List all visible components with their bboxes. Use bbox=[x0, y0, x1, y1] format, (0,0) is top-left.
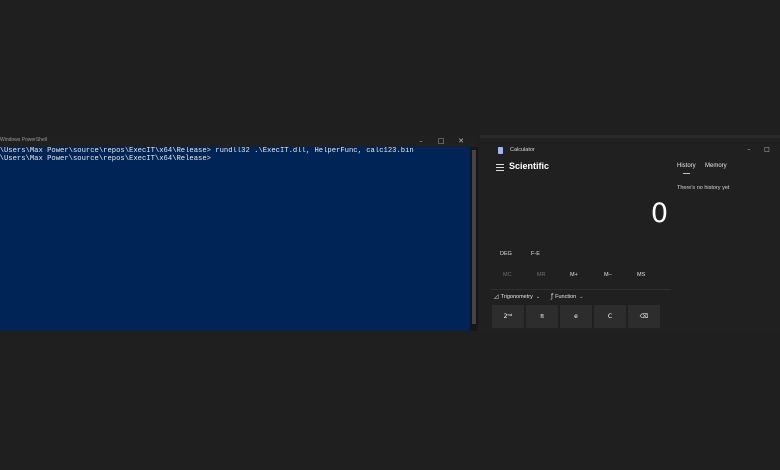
minimize-button[interactable]: – bbox=[412, 135, 430, 147]
trigonometry-label: Trigonometry bbox=[500, 294, 533, 300]
calc-minimize-button[interactable]: – bbox=[742, 144, 756, 156]
ms-button[interactable]: MS bbox=[637, 272, 645, 278]
clear-key[interactable]: C bbox=[594, 305, 626, 328]
console-line-1: C:\Users\Max Power\source\repos\ExecIT\x… bbox=[0, 147, 414, 155]
calculator-app-icon bbox=[498, 147, 503, 154]
tab-history-indicator bbox=[683, 173, 690, 174]
mc-button[interactable]: MC bbox=[503, 272, 512, 278]
calculator-window[interactable]: Calculator – □ Scientific 0 DEG F-E MC M… bbox=[480, 138, 780, 332]
close-button[interactable]: ✕ bbox=[452, 135, 470, 147]
e-key[interactable]: e bbox=[560, 305, 592, 328]
tab-history[interactable]: History bbox=[677, 163, 696, 169]
tab-memory[interactable]: Memory bbox=[705, 163, 727, 169]
divider bbox=[491, 289, 671, 290]
pi-key[interactable]: π bbox=[526, 305, 558, 328]
calculator-title: Calculator bbox=[510, 147, 535, 153]
menu-icon[interactable] bbox=[496, 164, 504, 172]
chevron-down-icon: ⌄ bbox=[579, 294, 584, 300]
function-icon: ƒ bbox=[551, 293, 554, 300]
powershell-titlebar[interactable]: Windows PowerShell – □ ✕ bbox=[0, 135, 478, 147]
backspace-key[interactable]: ⌫ bbox=[628, 305, 660, 328]
m-plus-button[interactable]: M+ bbox=[570, 272, 578, 278]
console-line-2: C:\Users\Max Power\source\repos\ExecIT\x… bbox=[0, 155, 211, 163]
trigonometry-dropdown[interactable]: ◿ Trigonometry ⌄ bbox=[494, 293, 540, 300]
powershell-title: Windows PowerShell bbox=[0, 137, 47, 143]
chevron-down-icon: ⌄ bbox=[535, 294, 541, 300]
powershell-window[interactable]: Windows PowerShell – □ ✕ C:\Users\Max Po… bbox=[0, 135, 478, 331]
function-label: Function bbox=[555, 294, 577, 300]
calc-maximize-button[interactable]: □ bbox=[760, 144, 774, 156]
maximize-button[interactable]: □ bbox=[432, 135, 450, 147]
powershell-console[interactable]: C:\Users\Max Power\source\repos\ExecIT\x… bbox=[0, 147, 470, 331]
second-key[interactable]: 2ⁿᵈ bbox=[492, 305, 524, 328]
trig-icon: ◿ bbox=[494, 293, 499, 300]
fe-button[interactable]: F-E bbox=[531, 251, 540, 257]
function-dropdown[interactable]: ƒ Function ⌄ bbox=[551, 293, 583, 300]
m-minus-button[interactable]: M– bbox=[604, 272, 612, 278]
console-scrollbar[interactable] bbox=[470, 147, 478, 331]
mode-title: Scientific bbox=[509, 161, 550, 171]
result-display: 0 bbox=[650, 198, 668, 229]
mr-button[interactable]: MR bbox=[537, 272, 546, 278]
history-empty-message: There's no history yet bbox=[677, 185, 730, 191]
deg-button[interactable]: DEG bbox=[500, 251, 512, 257]
scrollbar-thumb[interactable] bbox=[472, 150, 476, 324]
